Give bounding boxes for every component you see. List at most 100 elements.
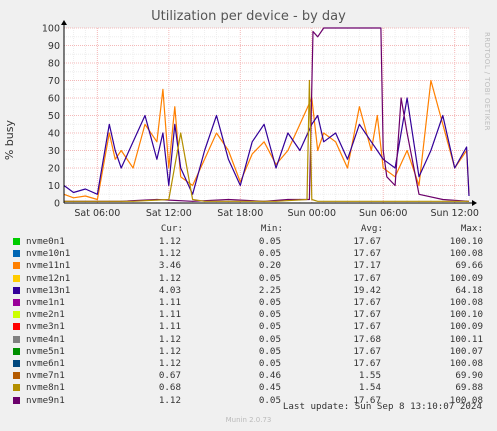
legend-row: nvme10n1 1.12 0.05 17.67 100.08 [0, 248, 497, 260]
legend-avg-value: 17.67 [353, 345, 381, 357]
legend-min-value: 0.05 [258, 297, 281, 308]
legend-max-value: 69.90 [455, 370, 483, 382]
legend-min-value: 0.05 [258, 272, 281, 284]
legend-device-name: nvme8n1 [26, 382, 65, 394]
legend-cur-value: 3.46 [158, 260, 181, 272]
x-tick-label: Sun 12:00 [430, 208, 478, 219]
legend-cur-value: 4.03 [158, 284, 181, 296]
legend-row: nvme4n1 1.12 0.05 17.68 100.11 [0, 334, 497, 346]
legend-avg-value: 19.42 [353, 284, 381, 296]
legend-row: nvme0n1 1.12 0.05 17.67 100.10 [0, 236, 497, 248]
legend-device-name: nvme12n1 [26, 272, 71, 284]
legend-device-name: nvme13n1 [26, 284, 71, 296]
legend-header-min: Min: [260, 223, 283, 234]
legend-min-value: 0.05 [258, 345, 281, 357]
legend-swatch [13, 238, 20, 245]
x-tick-label: Sun 00:00 [288, 208, 336, 219]
legend-device-name: nvme10n1 [26, 248, 71, 260]
grid-lines [64, 27, 469, 204]
legend-row: nvme5n1 1.12 0.05 17.67 100.07 [0, 346, 497, 358]
legend-row: nvme6n1 1.12 0.05 17.67 100.08 [0, 358, 497, 370]
legend-swatch [13, 299, 20, 306]
legend-swatch [13, 323, 20, 331]
y-tick-label: 70 [48, 76, 60, 87]
legend-device-name: nvme2n1 [26, 309, 65, 321]
munin-version: Munin 2.0.73 [225, 416, 272, 424]
legend-avg-value: 17.17 [353, 260, 381, 272]
legend-cur-value: 1.11 [158, 297, 181, 308]
legend-max-value: 100.10 [449, 236, 483, 247]
legend-cur-value: 1.12 [158, 345, 181, 357]
x-tick-label: Sat 18:00 [217, 208, 263, 219]
y-tick-label: 10 [48, 181, 60, 192]
legend-row: nvme2n1 1.11 0.05 17.67 100.10 [0, 309, 497, 321]
legend-avg-value: 17.67 [353, 297, 381, 308]
legend-avg-value: 1.54 [358, 382, 381, 394]
legend-min-value: 0.05 [258, 333, 281, 345]
legend-avg-value: 17.68 [353, 333, 381, 345]
y-tick-label: 20 [48, 164, 60, 175]
legend-header-max: Max: [460, 223, 483, 234]
legend-max-value: 100.07 [449, 345, 483, 357]
legend-row: nvme11n1 3.46 0.20 17.17 69.66 [0, 260, 497, 272]
legend-header-cur: Cur: [160, 223, 183, 234]
legend-row: nvme12n1 1.12 0.05 17.67 100.09 [0, 273, 497, 285]
y-tick-label: 40 [48, 129, 60, 140]
y-tick-label: 50 [48, 111, 60, 122]
last-update-text: Last update: Sun Sep 8 13:10:07 2024 [282, 401, 482, 412]
y-tick-label: 100 [42, 24, 60, 35]
legend-max-value: 69.66 [455, 260, 483, 272]
legend-avg-value: 1.55 [358, 370, 381, 382]
x-tick-label: Sun 06:00 [359, 208, 407, 219]
legend-cur-value: 1.12 [158, 236, 181, 247]
legend-avg-value: 17.67 [353, 321, 381, 333]
legend-avg-value: 17.67 [353, 309, 381, 321]
x-axis-arrow [472, 200, 477, 206]
legend-device-name: nvme11n1 [26, 260, 71, 272]
legend-cur-value: 1.12 [158, 248, 181, 260]
legend-min-value: 0.05 [258, 309, 281, 321]
legend-max-value: 100.09 [449, 272, 483, 284]
legend-device-name: nvme6n1 [26, 358, 65, 369]
legend-max-value: 100.10 [449, 309, 483, 321]
legend-swatch [13, 274, 20, 282]
legend-swatch [13, 262, 20, 270]
y-tick-label: 80 [48, 59, 60, 70]
legend-cur-value: 1.12 [158, 272, 181, 284]
legend-row: nvme7n1 0.67 0.46 1.55 69.90 [0, 370, 497, 382]
legend-avg-value: 17.67 [353, 272, 381, 284]
legend-swatch [13, 384, 20, 392]
legend-avg-value: 17.67 [353, 236, 381, 247]
legend-min-value: 0.05 [258, 358, 281, 369]
y-axis-arrow [61, 20, 67, 25]
legend-header-avg: Avg: [360, 223, 383, 234]
legend-device-name: nvme3n1 [26, 321, 65, 333]
legend-max-value: 100.08 [449, 297, 483, 308]
legend-row: nvme13n1 4.03 2.25 19.42 64.18 [0, 285, 497, 297]
legend-avg-value: 17.67 [353, 358, 381, 369]
legend-cur-value: 0.67 [158, 370, 181, 382]
legend-device-name: nvme0n1 [26, 236, 65, 247]
y-tick-label: 60 [48, 94, 60, 105]
legend-swatch [13, 372, 20, 380]
legend-cur-value: 0.68 [158, 382, 181, 394]
legend-max-value: 100.11 [449, 333, 483, 345]
legend-row: nvme8n1 0.68 0.45 1.54 69.88 [0, 382, 497, 394]
legend-max-value: 100.08 [449, 248, 483, 260]
y-tick-label: 90 [48, 41, 60, 52]
legend-min-value: 0.05 [258, 236, 281, 247]
legend-min-value: 0.20 [258, 260, 281, 272]
y-tick-label: 30 [48, 146, 60, 157]
legend-header: Cur: Min: Avg: Max: [0, 223, 497, 235]
legend-swatch [13, 360, 20, 367]
legend-swatch [13, 311, 20, 319]
legend-min-value: 0.45 [258, 382, 281, 394]
legend-swatch [13, 286, 20, 294]
legend-device-name: nvme7n1 [26, 370, 65, 382]
legend-min-value: 0.05 [258, 248, 281, 260]
legend-cur-value: 1.11 [158, 309, 181, 321]
legend-cur-value: 1.12 [158, 333, 181, 345]
legend-max-value: 64.18 [455, 284, 483, 296]
legend-device-name: nvme1n1 [26, 297, 65, 308]
legend-cur-value: 1.12 [158, 358, 181, 369]
